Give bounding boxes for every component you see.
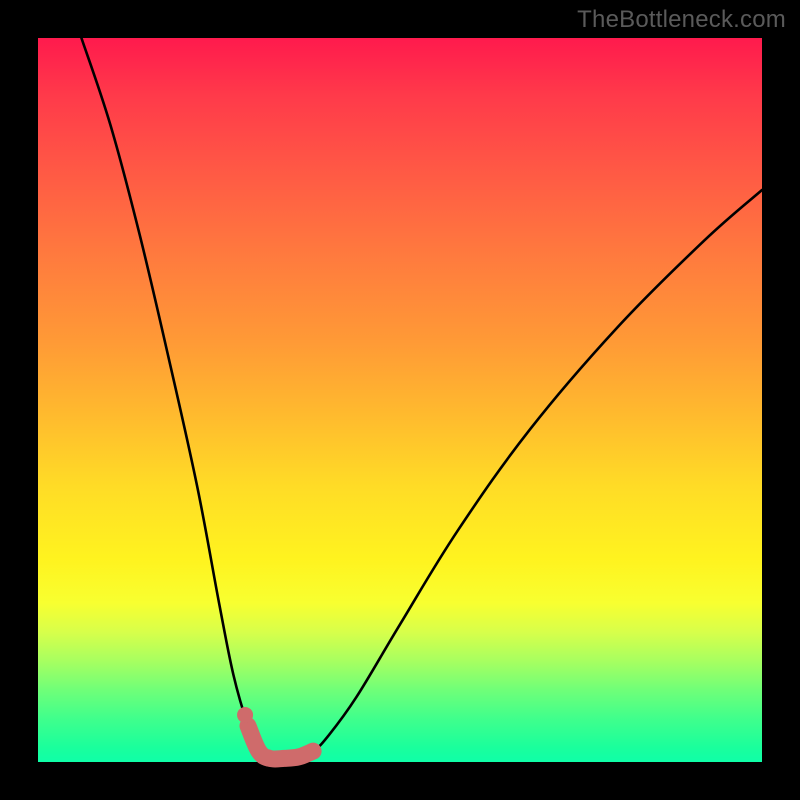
chart-frame: TheBottleneck.com — [0, 0, 800, 800]
highlight-dot — [237, 707, 253, 723]
minimum-highlight — [248, 726, 313, 759]
bottleneck-curve — [81, 38, 762, 759]
watermark-text: TheBottleneck.com — [577, 6, 786, 34]
plot-area — [38, 38, 762, 762]
curve-svg — [38, 38, 762, 762]
